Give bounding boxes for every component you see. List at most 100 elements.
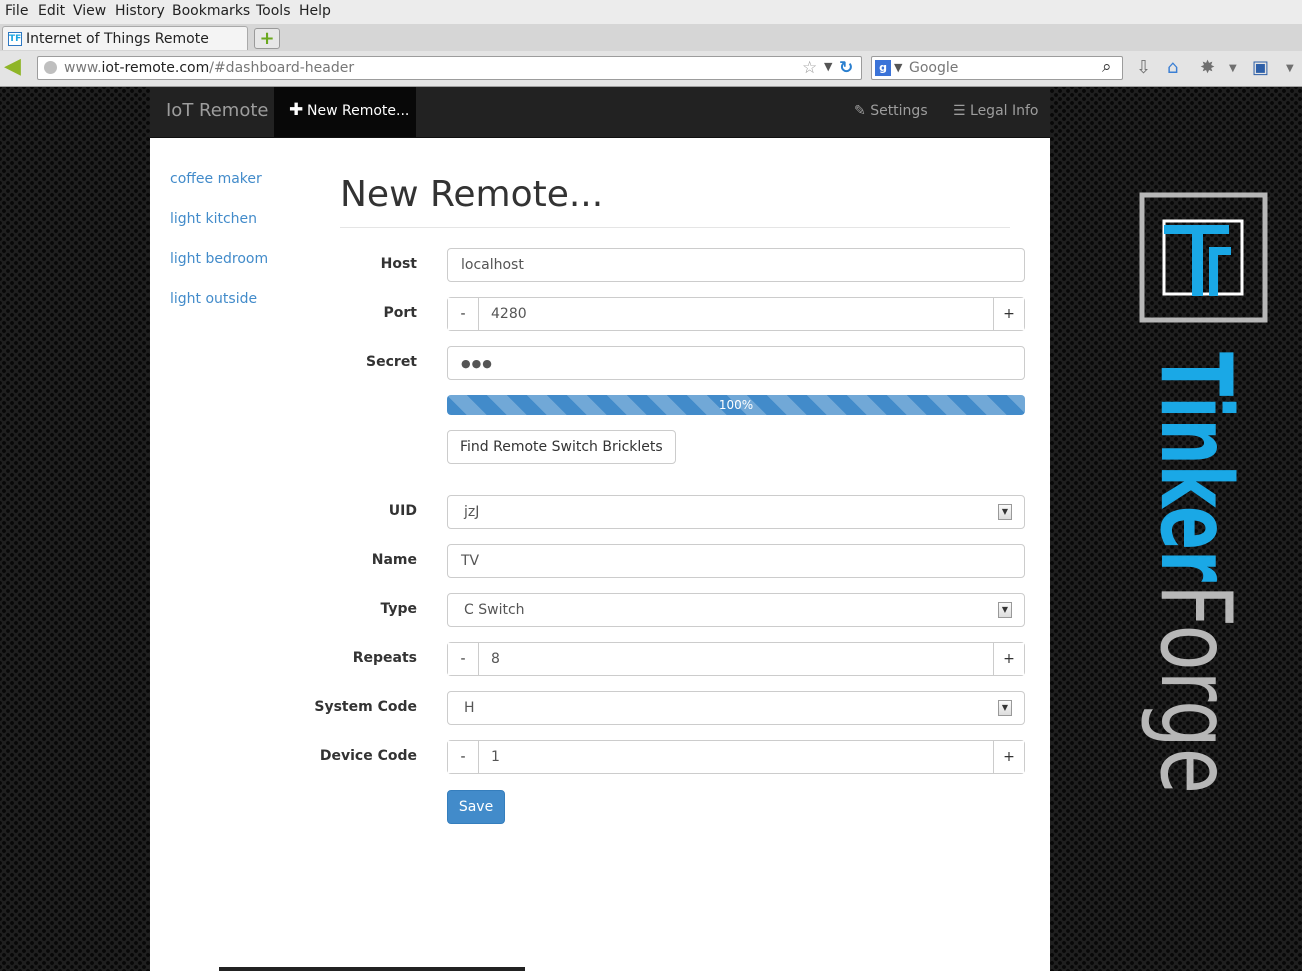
port-decrement-button[interactable]: - (448, 298, 479, 330)
find-bricklets-button[interactable]: Find Remote Switch Bricklets (447, 430, 676, 464)
type-label: Type (380, 601, 417, 617)
device-code-label: Device Code (319, 748, 417, 764)
plus-icon: + (259, 28, 275, 49)
port-input[interactable]: 4280 (491, 306, 527, 322)
plus-icon: ✚ (289, 100, 304, 120)
google-engine-icon[interactable]: g (875, 60, 891, 76)
engine-dropdown-icon[interactable]: ▼ (894, 61, 902, 74)
device-code-decrement-button[interactable]: - (448, 741, 479, 773)
menu-history[interactable]: History (115, 3, 165, 19)
menu-help[interactable]: Help (299, 3, 331, 19)
uid-value: jzJ (464, 504, 480, 520)
tf-monogram-icon (1139, 192, 1268, 323)
nav-new-remote-label: New Remote... (307, 103, 410, 119)
logo-wordmark-forge: Forge (1138, 584, 1252, 794)
url-dropdown-icon[interactable]: ▼ (824, 60, 832, 73)
nav-settings-label: Settings (870, 103, 928, 119)
secret-input[interactable]: ●●● (447, 346, 1025, 380)
system-code-value: H (464, 700, 475, 716)
device-code-input[interactable]: 1 (491, 749, 500, 765)
nav-new-remote[interactable]: ✚ New Remote... (274, 87, 416, 137)
host-input[interactable]: localhost (447, 248, 1025, 282)
url-domain: iot-remote.com (101, 60, 210, 76)
reload-icon[interactable]: ↻ (839, 58, 853, 78)
nav-legal-info[interactable]: ☰ Legal Info (953, 103, 1038, 119)
chevron-down-icon: ▼ (998, 602, 1012, 618)
addon-icon[interactable]: ▣ (1252, 57, 1269, 78)
main-container: coffee maker light kitchen light bedroom… (150, 138, 1050, 971)
globe-icon (44, 61, 57, 74)
home-icon[interactable]: ⌂ (1167, 57, 1178, 78)
horizontal-scrollbar[interactable] (219, 967, 525, 971)
host-label: Host (380, 256, 417, 272)
secret-strength-progress: 100% (447, 395, 1025, 415)
tinkerforge-wordmark: Tinker Forge (1138, 352, 1252, 794)
progress-bar-fill: 100% (447, 395, 1025, 415)
tab-title: Internet of Things Remote (26, 31, 209, 47)
tinkerforge-favicon-icon: TF (8, 32, 22, 46)
sidebar-item-light-kitchen[interactable]: light kitchen (170, 211, 257, 227)
port-stepper: - 4280 + (447, 297, 1025, 331)
new-tab-button[interactable]: + (254, 28, 280, 49)
chevron-down-icon: ▼ (998, 504, 1012, 520)
url-path: /#dashboard-header (209, 60, 355, 76)
menu-bookmarks[interactable]: Bookmarks (172, 3, 250, 19)
pencil-icon: ✎ (854, 103, 866, 119)
page-viewport: IoT Remote ✚ New Remote... ✎ Settings ☰ … (0, 87, 1302, 971)
tinkerforge-logo: Tinker Forge (1138, 192, 1268, 794)
device-code-stepper: - 1 + (447, 740, 1025, 774)
menu-view[interactable]: View (73, 3, 106, 19)
search-bar[interactable]: g ▼ Google ⌕ (871, 56, 1123, 80)
system-code-label: System Code (314, 699, 417, 715)
secret-label: Secret (366, 354, 417, 370)
bug-dropdown-icon[interactable]: ▼ (1229, 63, 1237, 74)
browser-tab[interactable]: TF Internet of Things Remote (2, 26, 248, 50)
brand-link[interactable]: IoT Remote (166, 100, 269, 121)
name-value: TV (461, 553, 480, 569)
repeats-input[interactable]: 8 (491, 651, 500, 667)
save-button[interactable]: Save (447, 790, 505, 824)
name-label: Name (371, 552, 417, 568)
uid-select[interactable]: jzJ ▼ (447, 495, 1025, 529)
type-value: C Switch (464, 602, 525, 618)
nav-settings[interactable]: ✎ Settings (854, 103, 928, 119)
menu-edit[interactable]: Edit (38, 3, 65, 19)
url-prefix: www. (64, 60, 102, 76)
back-arrow-icon: ◀ (4, 54, 21, 79)
browser-menubar: File Edit View History Bookmarks Tools H… (0, 0, 1302, 24)
download-icon[interactable]: ⇩ (1136, 57, 1151, 78)
repeats-stepper: - 8 + (447, 642, 1025, 676)
star-icon[interactable]: ☆ (802, 58, 817, 78)
addon-dropdown-icon[interactable]: ▼ (1286, 63, 1294, 74)
logo-wordmark-tinker: Tinker (1138, 352, 1252, 582)
chevron-down-icon: ▼ (998, 700, 1012, 716)
port-label: Port (383, 305, 417, 321)
url-text: www.iot-remote.com/#dashboard-header (64, 60, 354, 76)
browser-toolbar: ◀ www.iot-remote.com/#dashboard-header ☆… (0, 51, 1302, 87)
secret-value: ●●● (461, 357, 493, 370)
sidebar-item-coffee-maker[interactable]: coffee maker (170, 171, 262, 187)
list-icon: ☰ (953, 103, 966, 119)
uid-label: UID (388, 503, 417, 519)
search-icon[interactable]: ⌕ (1102, 57, 1112, 77)
title-divider (340, 227, 1010, 228)
repeats-label: Repeats (352, 650, 417, 666)
menu-file[interactable]: File (5, 3, 28, 19)
system-code-select[interactable]: H ▼ (447, 691, 1025, 725)
search-placeholder: Google (909, 60, 959, 76)
device-code-increment-button[interactable]: + (993, 741, 1024, 773)
repeats-decrement-button[interactable]: - (448, 643, 479, 675)
name-input[interactable]: TV (447, 544, 1025, 578)
type-select[interactable]: C Switch ▼ (447, 593, 1025, 627)
port-increment-button[interactable]: + (993, 298, 1024, 330)
bug-icon[interactable]: ✸ (1200, 57, 1215, 78)
url-bar[interactable]: www.iot-remote.com/#dashboard-header ☆ ▼… (37, 56, 862, 80)
host-value: localhost (461, 257, 524, 273)
back-button[interactable]: ◀ (4, 54, 28, 79)
app-navbar: IoT Remote ✚ New Remote... ✎ Settings ☰ … (150, 87, 1050, 138)
menu-tools[interactable]: Tools (256, 3, 291, 19)
nav-legal-label: Legal Info (970, 103, 1039, 119)
browser-tabbar: TF Internet of Things Remote + (0, 24, 1302, 52)
repeats-increment-button[interactable]: + (993, 643, 1024, 675)
page-title: New Remote... (340, 174, 604, 215)
